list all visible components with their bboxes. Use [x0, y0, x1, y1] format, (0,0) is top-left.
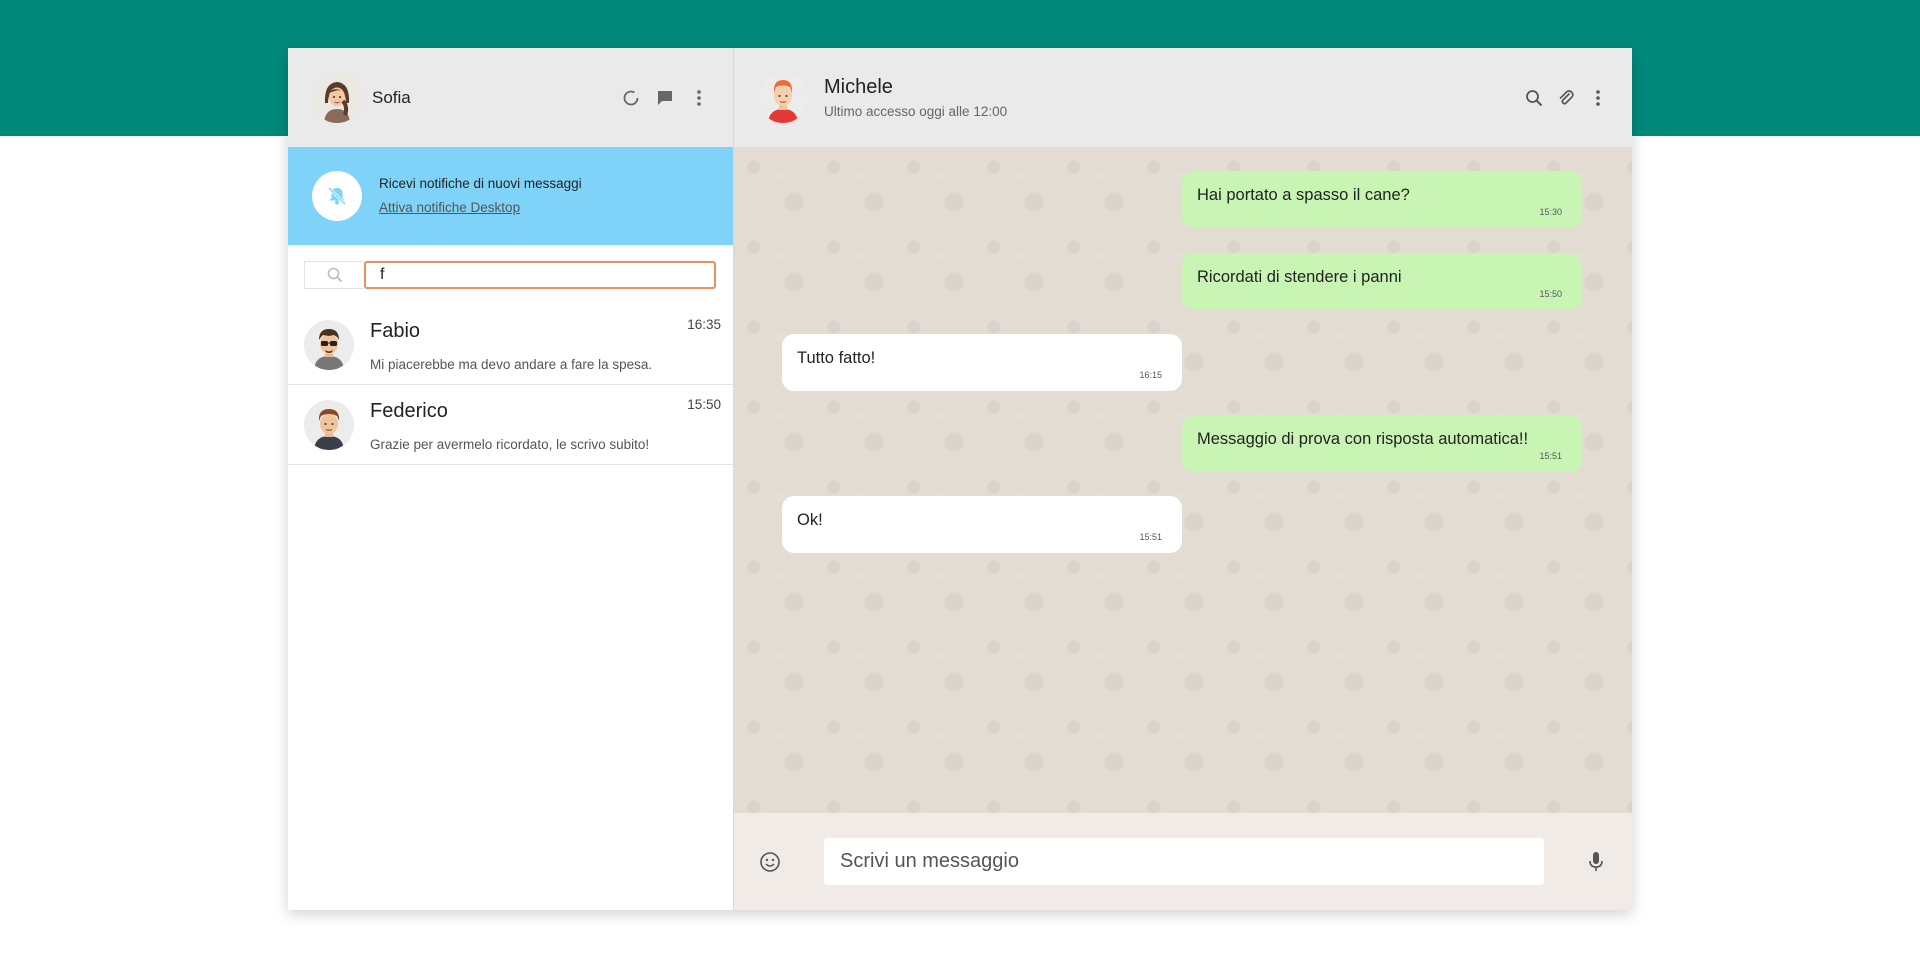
chat-header-info: Michele Ultimo accesso oggi alle 12:00 — [824, 76, 1524, 119]
message-text: Tutto fatto! — [797, 349, 876, 367]
notification-banner: Ricevi notifiche di nuovi messaggi Attiv… — [288, 147, 733, 245]
notification-icon-circle[interactable] — [312, 171, 362, 221]
message-time: 15:51 — [1539, 451, 1562, 461]
contact-last-message: Mi piacerebbe ma devo andare a fare la s… — [370, 357, 653, 372]
chat-contact-status: Ultimo accesso oggi alle 12:00 — [824, 104, 1008, 119]
message-input[interactable] — [824, 838, 1544, 885]
contact-name: Federico — [370, 400, 448, 422]
sidebar-header-icons — [621, 88, 709, 108]
user-name: Sofia — [372, 87, 411, 107]
contact-avatar — [304, 319, 354, 370]
message-time: 15:30 — [1539, 207, 1562, 217]
woman-avatar-icon — [312, 72, 362, 123]
chat-panel: Michele Ultimo accesso oggi alle 12:00 H… — [734, 48, 1632, 910]
chat-header: Michele Ultimo accesso oggi alle 12:00 — [734, 48, 1632, 147]
menu-icon[interactable] — [1588, 88, 1608, 108]
new-chat-icon[interactable] — [655, 88, 675, 108]
search-icon — [327, 267, 342, 283]
message-text: Ricordati di stendere i panni — [1197, 268, 1402, 286]
message-text: Hai portato a spasso il cane? — [1197, 186, 1410, 204]
bell-off-icon — [327, 186, 347, 206]
chat-contact-avatar[interactable] — [758, 72, 808, 123]
search-input[interactable] — [364, 261, 716, 289]
sidebar-header: Sofia — [288, 48, 733, 147]
message-composer — [734, 813, 1632, 910]
man-sunglasses-avatar-icon — [304, 319, 354, 370]
search-bar — [288, 245, 733, 305]
message-time: 16:15 — [1139, 370, 1162, 380]
contact-time: 16:35 — [687, 317, 721, 332]
chat-contact-name: Michele — [824, 76, 893, 98]
contact-avatar — [304, 399, 354, 450]
message-area[interactable]: Hai portato a spasso il cane? 15:30 Rico… — [734, 147, 1632, 813]
message-text: Messaggio di prova con risposta automati… — [1197, 430, 1529, 448]
chat-header-icons — [1524, 88, 1608, 108]
contact-item-fabio[interactable]: Fabio Mi piacerebbe ma devo andare a far… — [288, 305, 733, 385]
contact-last-message: Grazie per avermelo ricordato, le scrivo… — [370, 437, 650, 452]
contact-body: Fabio Mi piacerebbe ma devo andare a far… — [370, 305, 721, 384]
message-bubble-sent: Hai portato a spasso il cane? 15:30 — [1182, 171, 1582, 228]
notification-title: Ricevi notifiche di nuovi messaggi — [379, 175, 582, 191]
chat-app: Sofia Ricevi notifiche di nuovi messaggi… — [288, 48, 1632, 910]
status-icon[interactable] — [621, 88, 641, 108]
message-bubble-received: Tutto fatto! 16:15 — [782, 334, 1182, 391]
microphone-icon[interactable] — [1584, 850, 1608, 874]
paperclip-icon[interactable] — [1556, 88, 1576, 108]
user-avatar[interactable] — [312, 72, 362, 123]
contact-name: Fabio — [370, 320, 421, 342]
message-bubble-sent: Messaggio di prova con risposta automati… — [1182, 415, 1582, 472]
notification-text: Ricevi notifiche di nuovi messaggi Attiv… — [379, 176, 582, 217]
message-bubble-received: Ok! 15:51 — [782, 496, 1182, 553]
message-time: 15:50 — [1539, 289, 1562, 299]
smiley-icon[interactable] — [758, 850, 782, 874]
search-icon[interactable] — [1524, 88, 1544, 108]
sidebar: Sofia Ricevi notifiche di nuovi messaggi… — [288, 48, 734, 910]
message-bubble-sent: Ricordati di stendere i panni 15:50 — [1182, 253, 1582, 310]
contact-time: 15:50 — [687, 397, 721, 412]
search-icon-box — [304, 261, 364, 289]
message-text: Ok! — [797, 511, 823, 529]
menu-icon[interactable] — [689, 88, 709, 108]
man-avatar-icon — [304, 399, 354, 450]
enable-desktop-notifications-link[interactable]: Attiva notifiche Desktop — [379, 200, 520, 215]
redhead-man-avatar-icon — [758, 72, 808, 123]
message-time: 15:51 — [1139, 532, 1162, 542]
contact-body: Federico Grazie per avermelo ricordato, … — [370, 385, 721, 464]
contact-item-federico[interactable]: Federico Grazie per avermelo ricordato, … — [288, 385, 733, 465]
contact-list: Fabio Mi piacerebbe ma devo andare a far… — [288, 305, 733, 465]
